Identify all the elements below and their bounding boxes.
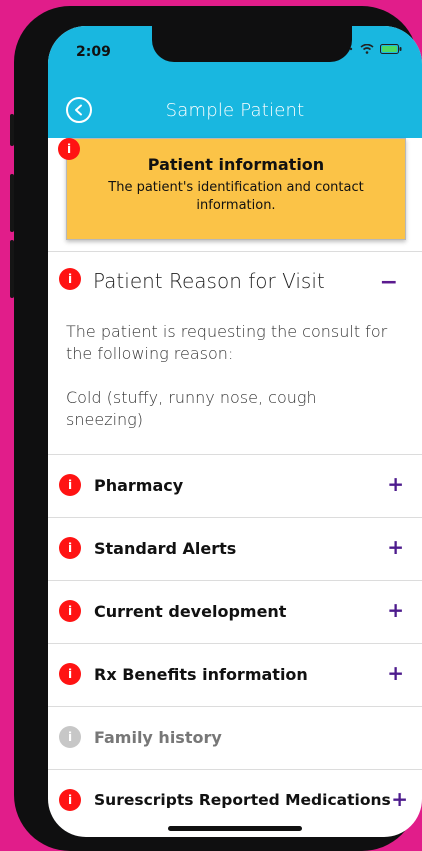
info-icon[interactable]: i [59,537,81,559]
phone-frame: 2:09 Sample Patient Patient information … [10,6,422,851]
expand-button[interactable]: + [387,598,404,622]
expand-button[interactable]: + [387,535,404,559]
info-icon[interactable]: i [58,138,80,160]
expand-button[interactable]: + [387,661,404,685]
battery-icon [380,44,402,54]
reason-intro-text: The patient is requesting the consult fo… [66,322,388,363]
info-icon[interactable]: i [59,789,81,811]
reason-text: Cold (stuffy, runny nose, cough sneezing… [66,388,317,429]
phone-side-button [10,114,14,146]
section-label: Family history [94,728,222,747]
section-label: Pharmacy [94,476,184,495]
section-label: Standard Alerts [94,539,237,558]
notch [152,26,352,62]
section-row-standard-alerts[interactable]: i Standard Alerts + [48,517,422,580]
section-row-rx-benefits[interactable]: i Rx Benefits information + [48,643,422,706]
section-row-current-development[interactable]: i Current development + [48,580,422,643]
section-label: Surescripts Reported Medications [94,791,391,809]
reason-for-visit-content: The patient is requesting the consult fo… [66,321,396,431]
expand-button[interactable]: + [387,472,404,496]
info-icon[interactable]: i [59,600,81,622]
section-row-family-history: i Family history [48,706,422,769]
page-title: Sample Patient [165,100,305,121]
section-title-reason-for-visit[interactable]: Patient Reason for Visit [93,269,325,293]
wifi-icon [360,44,374,54]
patient-information-card[interactable]: Patient information The patient's identi… [66,138,406,240]
navigation-bar: Sample Patient [48,84,422,138]
info-icon[interactable]: i [59,474,81,496]
section-row-surescripts[interactable]: i Surescripts Reported Medications + [48,769,422,832]
phone-side-button [10,174,14,232]
card-title: Patient information [147,155,325,174]
status-bar: 2:09 [48,26,422,84]
section-label: Rx Benefits information [94,665,308,684]
status-time: 2:09 [76,44,111,60]
phone-side-button [10,240,14,298]
expand-button[interactable]: + [391,787,408,811]
section-label: Current development [94,602,287,621]
card-description: The patient's identification and contact… [108,180,364,213]
info-icon: i [59,726,81,748]
app-screen: 2:09 Sample Patient Patient information … [48,26,422,837]
divider [48,251,422,252]
info-icon[interactable]: i [59,663,81,685]
home-indicator[interactable] [168,826,302,831]
collapse-button[interactable]: − [380,270,398,295]
info-icon[interactable]: i [59,268,81,290]
section-row-pharmacy[interactable]: i Pharmacy + [48,454,422,517]
